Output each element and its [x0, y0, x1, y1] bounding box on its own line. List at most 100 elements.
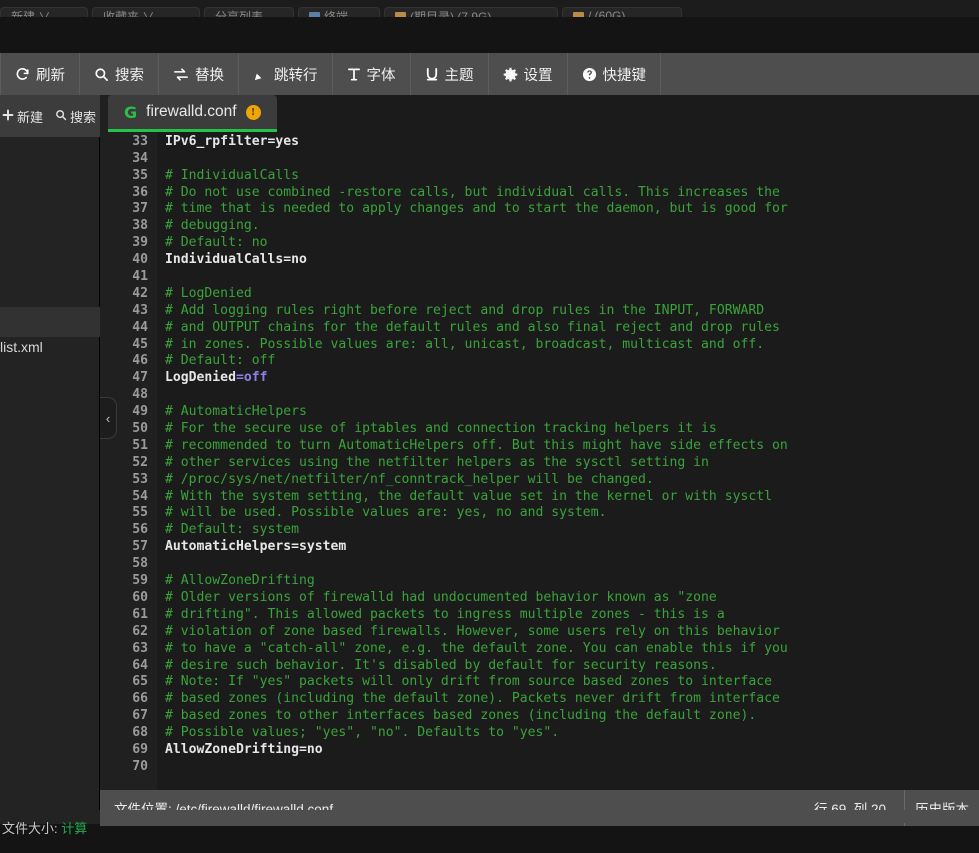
line-number: 37 — [132, 201, 148, 217]
code-line[interactable]: 50 # For the secure use of iptables and c… — [100, 421, 979, 438]
code-line[interactable]: 44 # and OUTPUT chains for the default ru… — [100, 320, 979, 337]
code-text: # AutomaticHelpers — [157, 404, 307, 421]
code-line[interactable]: 33 IPv6_rpfilter=yes — [100, 134, 979, 151]
code-line[interactable]: 58 — [100, 556, 979, 573]
line-number: 62 — [132, 623, 148, 639]
line-number: 53 — [132, 471, 148, 487]
code-line[interactable]: 65 # Note: If "yes" packets will only dri… — [100, 674, 979, 691]
code-line[interactable]: 56 # Default: system — [100, 522, 979, 539]
editor-file-tab[interactable]: G firewalld.conf ! — [108, 95, 277, 132]
file-size-status: 文件大小: 计算 — [2, 818, 87, 837]
line-number: 63 — [132, 640, 148, 656]
search-icon — [94, 67, 109, 82]
window-tab[interactable]: / (60G) — [562, 7, 682, 17]
code-line[interactable]: 39 # Default: no — [100, 235, 979, 252]
code-token: # Do not use combined -restore calls, bu… — [165, 184, 780, 200]
line-number: 39 — [132, 235, 148, 251]
code-line[interactable]: 51 # recommended to turn AutomaticHelpers… — [100, 438, 979, 455]
file-size-calc-link[interactable]: 计算 — [61, 821, 87, 836]
code-line[interactable]: 68 # Possible values; "yes", "no". Defaul… — [100, 725, 979, 742]
sidebar-search-button[interactable]: 搜索 — [50, 107, 101, 126]
toolbar-label: 搜索 — [115, 67, 144, 84]
code-line[interactable]: 70 — [100, 759, 979, 776]
toolbar-goto-line-button[interactable]: 跳转行 — [239, 53, 333, 95]
code-line[interactable]: 37 # time that is needed to apply changes… — [100, 201, 979, 218]
code-line[interactable]: 59 # AllowZoneDrifting — [100, 573, 979, 590]
code-line[interactable]: 45 # in zones. Possible values are: all, … — [100, 337, 979, 354]
code-line[interactable]: 43 # Add logging rules right before rejec… — [100, 303, 979, 320]
sidebar-selected-row[interactable] — [0, 307, 100, 337]
code-text: # will be used. Possible values are: yes… — [157, 505, 606, 522]
unsaved-warning-icon: ! — [245, 104, 261, 120]
code-line[interactable]: 48 — [100, 387, 979, 404]
window-tab[interactable]: 收藏夹 ∨ — [92, 7, 200, 17]
code-token: IPv6_rpfilter=yes — [165, 133, 300, 149]
toolbar-search-button[interactable]: 搜索 — [80, 53, 159, 95]
sidebar-new-button[interactable]: 新建 — [0, 107, 48, 126]
toolbar-replace-button[interactable]: 替换 — [159, 53, 239, 95]
code-line[interactable]: 64 # desire such behavior. It's disabled … — [100, 658, 979, 675]
editor-file-tab-label: firewalld.conf — [146, 103, 237, 120]
window-tab[interactable]: 终端 — [298, 7, 380, 17]
footer-right-strip — [100, 810, 979, 823]
code-line[interactable]: 36 # Do not use combined -restore calls, … — [100, 185, 979, 202]
window-tab-label: (期目录) (7.9G) — [410, 9, 492, 18]
line-number: 47 — [132, 370, 148, 386]
toolbar-refresh-button[interactable]: 刷新 — [0, 53, 80, 95]
search-icon — [55, 109, 67, 124]
code-line[interactable]: 41 — [100, 269, 979, 286]
window-tab[interactable]: (期目录) (7.9G) — [384, 7, 558, 17]
line-number: 56 — [132, 522, 148, 538]
line-number: 60 — [132, 589, 148, 605]
toolbar-font-button[interactable]: 字体 — [333, 53, 411, 95]
code-line[interactable]: 60 # Older versions of firewalld had undo… — [100, 590, 979, 607]
line-number: 66 — [132, 691, 148, 707]
line-number: 33 — [132, 133, 148, 149]
toolbar-label: 快捷键 — [602, 67, 647, 84]
toolbar-label: 跳转行 — [274, 67, 318, 84]
sidebar-file-item[interactable]: list.xml — [0, 339, 100, 359]
code-view[interactable]: 32# Default: yes33IPv6_rpfilter=yes3435#… — [100, 95, 979, 790]
code-line[interactable]: 34 — [100, 151, 979, 168]
code-line[interactable]: 61 # drifting". This allowed packets to i… — [100, 607, 979, 624]
code-text: # desire such behavior. It's disabled by… — [157, 658, 717, 675]
code-line[interactable]: 46 # Default: off — [100, 353, 979, 370]
code-line[interactable]: 35 # IndividualCalls — [100, 168, 979, 185]
toolbar-shortcuts-button[interactable]: 快捷键 — [568, 53, 661, 95]
code-line[interactable]: 55 # will be used. Possible values are: y… — [100, 505, 979, 522]
chevron-left-icon: ‹ — [105, 410, 111, 426]
code-text: # With the system setting, the default v… — [157, 489, 772, 506]
folder-icon — [573, 11, 584, 17]
line-number: 36 — [132, 184, 148, 200]
code-line[interactable]: 49 # AutomaticHelpers — [100, 404, 979, 421]
toolbar-theme-button[interactable]: 主题 — [411, 53, 489, 95]
code-line[interactable]: 53 # /proc/sys/net/netfilter/nf_conntrack… — [100, 472, 979, 489]
sidebar-collapse-handle[interactable]: ‹ — [100, 397, 117, 439]
code-text: # IndividualCalls — [157, 168, 299, 185]
code-token: # will be used. Possible values are: yes… — [165, 505, 607, 521]
line-number: 55 — [132, 505, 148, 521]
code-line[interactable]: 67 # based zones to other interfaces base… — [100, 708, 979, 725]
code-line[interactable]: 40 IndividualCalls=no — [100, 252, 979, 269]
code-line[interactable]: 52 # other services using the netfilter h… — [100, 455, 979, 472]
code-text: IPv6_rpfilter=yes — [157, 134, 299, 151]
line-number: 46 — [132, 353, 148, 369]
code-line[interactable]: 54 # With the system setting, the default… — [100, 489, 979, 506]
code-line[interactable]: 57 AutomaticHelpers=system — [100, 539, 979, 556]
code-text: # Default: off — [157, 353, 275, 370]
code-line[interactable]: 69 AllowZoneDrifting=no — [100, 742, 979, 759]
window-tab[interactable]: 分享列表 — [204, 7, 294, 17]
code-token: # debugging. — [165, 218, 260, 234]
code-token: # and OUTPUT chains for the default rule… — [165, 319, 780, 335]
code-line[interactable]: 47 LogDenied=off — [100, 370, 979, 387]
window-tab[interactable]: 新建 ∨ — [0, 7, 88, 17]
code-line[interactable]: 42 # LogDenied — [100, 286, 979, 303]
code-line[interactable]: 62 # violation of zone based firewalls. H… — [100, 624, 979, 641]
code-line[interactable]: 63 # to have a "catch-all" zone, e.g. the… — [100, 641, 979, 658]
toolbar-settings-button[interactable]: 设置 — [489, 53, 568, 95]
code-line[interactable]: 38 # debugging. — [100, 218, 979, 235]
code-token: # time that is needed to apply changes a… — [165, 201, 788, 217]
code-line[interactable]: 66 # based zones (including the default z… — [100, 691, 979, 708]
line-number: 38 — [132, 218, 148, 234]
